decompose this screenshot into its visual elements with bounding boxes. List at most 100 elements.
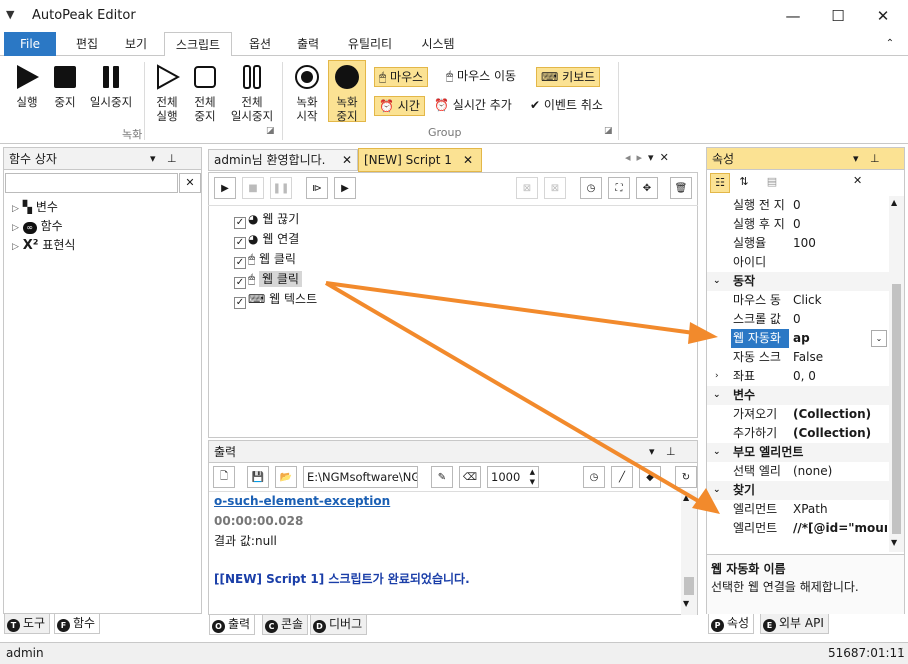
checkbox-checked-icon[interactable]: ✓: [234, 257, 246, 269]
cancel-event-button[interactable]: ✔ 이벤트 취소: [526, 96, 607, 116]
mouse-move-toggle[interactable]: 🖱 마우스 이동: [442, 67, 520, 87]
output-open-button[interactable]: 📂: [275, 466, 297, 488]
property-category[interactable]: ⌄ 동작: [707, 272, 889, 291]
pause-button[interactable]: 일시중지: [86, 64, 136, 109]
property-category[interactable]: ⌄ 부모 엘리먼트: [707, 443, 889, 462]
checkbox-checked-icon[interactable]: ✓: [234, 297, 246, 309]
property-row[interactable]: 실행 후 지 0: [707, 215, 889, 234]
tab-console[interactable]: C 콘솔: [262, 615, 309, 635]
pause-all-button[interactable]: 전체 일시중지: [226, 64, 278, 123]
output-scrollbar[interactable]: ▲ ▼: [681, 491, 697, 615]
property-row[interactable]: 실행 전 지 0: [707, 196, 889, 215]
output-new-button[interactable]: 🗋: [213, 466, 235, 488]
editor-pause-button[interactable]: ❚❚: [270, 177, 292, 199]
expand-arrow-icon[interactable]: ›: [715, 367, 719, 386]
tab-script[interactable]: 스크립트: [164, 32, 232, 57]
stepper-arrows-icon[interactable]: ▲ ▼: [530, 467, 535, 487]
tab-view[interactable]: 보기: [114, 32, 158, 56]
maximize-button[interactable]: ☐: [815, 0, 861, 32]
output-erase-button[interactable]: ⌫: [459, 466, 481, 488]
dropdown-arrow-icon[interactable]: ⌄: [871, 330, 887, 347]
tab-output[interactable]: 출력: [288, 32, 328, 56]
sort-az-button[interactable]: ⇅: [734, 173, 754, 193]
editor-timer-button[interactable]: ◷: [580, 177, 602, 199]
output-save-button[interactable]: 💾: [247, 466, 269, 488]
scroll-up-icon[interactable]: ▲: [683, 493, 689, 502]
checkbox-checked-icon[interactable]: ✓: [234, 217, 246, 229]
property-row[interactable]: › 좌표 0, 0: [707, 367, 889, 386]
script-item[interactable]: ✓ 🖱 웹 클릭: [234, 250, 296, 269]
tab-edit[interactable]: 편집: [64, 32, 110, 56]
panel-controls[interactable]: ▾ ⊥ ✕: [150, 148, 201, 187]
log-line-link[interactable]: o-such-element-exception: [214, 494, 390, 508]
output-timer-button[interactable]: ◷: [583, 466, 605, 488]
property-pages-button[interactable]: ▤: [762, 173, 782, 193]
record-stop-button[interactable]: 녹화 중지: [328, 60, 366, 123]
scroll-down-icon[interactable]: ▼: [683, 599, 689, 608]
system-menu-icon[interactable]: ▼: [6, 8, 14, 21]
resize-grip-icon[interactable]: ⋰: [894, 643, 904, 663]
property-row[interactable]: 아이디: [707, 253, 889, 272]
group-expand-icon[interactable]: ◪: [604, 126, 613, 136]
editor-step-filled-button[interactable]: ▶: [334, 177, 356, 199]
property-category[interactable]: ⌄ 변수: [707, 386, 889, 405]
tab-debug[interactable]: D 디버그: [310, 615, 368, 635]
tab-script-1[interactable]: [NEW] Script 1 ✕: [358, 148, 482, 172]
collapse-ribbon-icon[interactable]: ⌃: [880, 32, 900, 56]
panel-controls[interactable]: ▾ ⊥ ✕: [853, 148, 904, 187]
tab-system[interactable]: 시스템: [410, 32, 466, 56]
tab-welcome[interactable]: admin님 환영합니다. ✕: [208, 149, 358, 171]
add-realtime-button[interactable]: ⏰ 실시간 추가: [430, 96, 516, 116]
time-toggle[interactable]: ⏰ 시간: [374, 96, 425, 116]
editor-stop-button[interactable]: ■: [242, 177, 264, 199]
checkbox-checked-icon[interactable]: ✓: [234, 237, 246, 249]
expand-arrow-icon[interactable]: ▷: [12, 223, 19, 233]
run-button[interactable]: 실행: [8, 64, 46, 109]
categorized-view-button[interactable]: ☷: [710, 173, 730, 193]
script-item[interactable]: ✓ ⌨ 웹 텍스트: [234, 290, 317, 309]
script-item[interactable]: ✓ ◕ 웹 연결: [234, 230, 299, 249]
keyboard-toggle[interactable]: ⌨ 키보드: [536, 67, 601, 87]
output-fill-button[interactable]: ◆: [639, 466, 661, 488]
collapse-arrow-icon[interactable]: ⌄: [713, 386, 721, 405]
expand-arrow-icon[interactable]: ▷: [12, 242, 19, 252]
output-refresh-button[interactable]: ↻: [675, 466, 697, 488]
property-row-selected[interactable]: 웹 자동화 ap ⌄: [707, 329, 889, 348]
editor-step-button[interactable]: ⧐: [306, 177, 328, 199]
editor-disable-button[interactable]: ⊠: [516, 177, 538, 199]
tab-properties[interactable]: P 속성: [708, 614, 755, 634]
panel-controls[interactable]: ▾ ⊥ ✕: [649, 441, 697, 480]
expand-arrow-icon[interactable]: ▷: [12, 204, 19, 214]
output-path-field[interactable]: E:\NGMsoftware\NG: [303, 466, 418, 488]
tab-external-api[interactable]: E 외부 API: [760, 614, 829, 634]
stop-button[interactable]: 중지: [48, 64, 82, 109]
script-item-selected[interactable]: ✓ 🖱 웹 클릭: [234, 270, 302, 289]
property-row[interactable]: 자동 스크 False: [707, 348, 889, 367]
minimize-button[interactable]: —: [770, 0, 816, 32]
close-tab-icon[interactable]: ✕: [342, 150, 352, 170]
tab-tools[interactable]: T 도구: [4, 614, 51, 634]
function-search-input[interactable]: [5, 173, 178, 193]
tab-functions[interactable]: F 함수: [54, 614, 101, 634]
property-row[interactable]: 가져오기 (Collection): [707, 405, 889, 424]
scroll-down-icon[interactable]: ▼: [891, 538, 897, 547]
property-category[interactable]: ⌄ 찾기: [707, 481, 889, 500]
tree-item-expression[interactable]: ▷ X² 표현식: [12, 236, 75, 254]
tab-utility[interactable]: 유틸리티: [336, 32, 404, 56]
property-row[interactable]: 추가하기 (Collection): [707, 424, 889, 443]
property-row[interactable]: 엘리먼트 XPath: [707, 500, 889, 519]
scroll-up-icon[interactable]: ▲: [891, 198, 897, 207]
tab-file[interactable]: File: [4, 32, 56, 56]
property-row[interactable]: 선택 엘리 (none): [707, 462, 889, 481]
scroll-thumb[interactable]: [892, 284, 901, 534]
editor-delete-button[interactable]: 🗑: [670, 177, 692, 199]
close-tab-icon[interactable]: ✕: [463, 149, 473, 171]
tab-options[interactable]: 옵션: [240, 32, 280, 56]
property-scrollbar[interactable]: ▲ ▼: [889, 196, 904, 552]
run-all-button[interactable]: 전체 실행: [148, 64, 186, 123]
tab-nav-controls[interactable]: ◂▸▾✕: [625, 151, 675, 164]
script-item[interactable]: ✓ ◕ 웹 끊기: [234, 210, 299, 229]
output-brush-button[interactable]: ╱: [611, 466, 633, 488]
editor-collapse-button[interactable]: ✥: [636, 177, 658, 199]
tab-output-panel[interactable]: O 출력: [209, 615, 256, 635]
